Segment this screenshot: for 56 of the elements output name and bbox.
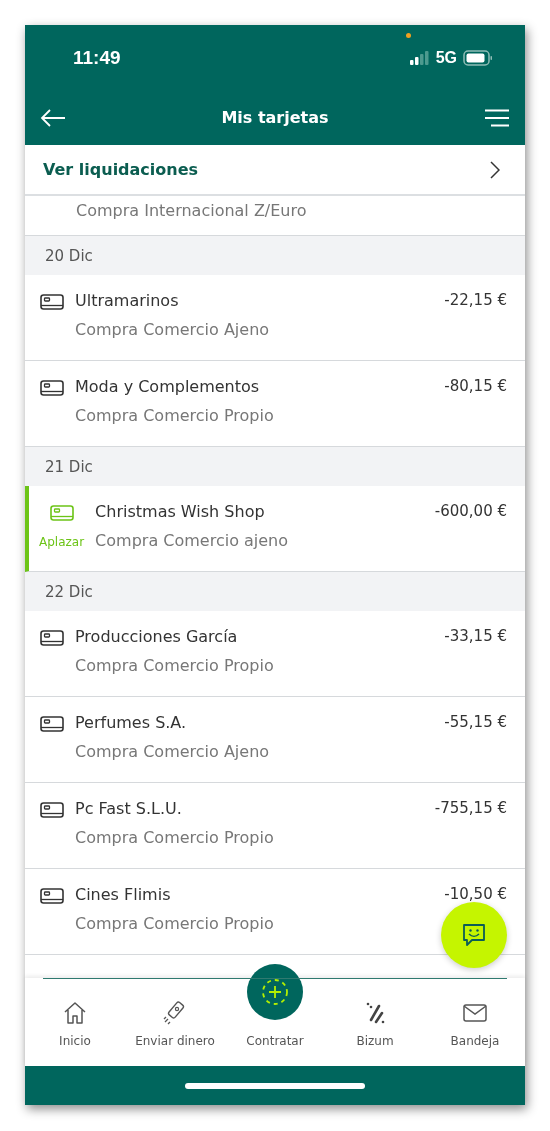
merchant-name: Perfumes S.A. (75, 713, 188, 732)
card-icon (40, 380, 64, 396)
transaction-row[interactable]: Cines Flimis Compra Comercio Propio -10,50 € (25, 869, 525, 955)
transaction-amount: -10,50 € (444, 885, 507, 903)
date-header: 20 Dic (25, 236, 525, 275)
card-icon (40, 630, 64, 646)
transaction-type: Compra Comercio Propio (75, 914, 275, 933)
nav-tab[interactable]: Bandeja (425, 978, 525, 1066)
transaction-type: Compra Comercio Propio (75, 406, 275, 425)
transaction-amount: -80,15 € (444, 377, 507, 395)
merchant-name: Cines Flimis (75, 885, 172, 904)
menu-icon[interactable] (484, 108, 510, 127)
transaction-amount: -755,15 € (434, 799, 507, 817)
transaction-type: Compra Comercio Propio (75, 656, 275, 675)
merchant-name: Pc Fast S.L.U. (75, 799, 183, 818)
transaction-row[interactable]: Ultramarinos Compra Comercio Ajeno -22,15 € (25, 275, 525, 361)
clock-time: 11:49 (73, 46, 121, 69)
transaction-type: Compra Comercio Ajeno (75, 320, 271, 339)
transaction-type: Compra Internacional Z/Euro (76, 201, 307, 220)
transaction-amount: -600,00 € (434, 502, 507, 520)
transaction-amount: -55,15 € (444, 713, 507, 731)
back-arrow-icon[interactable] (40, 108, 66, 127)
settlements-link[interactable]: Ver liquidaciones (25, 145, 525, 196)
screen-title: Mis tarjetas (221, 108, 329, 127)
signal-icon (409, 50, 430, 65)
merchant-name: Christmas Wish Shop (95, 502, 266, 521)
nav-tab[interactable]: Enviar dinero (125, 978, 225, 1066)
transaction-row[interactable]: Pc Fast S.L.U. Compra Comercio Propio -755,15 € (25, 783, 525, 869)
date-header: 21 Dic (25, 447, 525, 486)
transaction-row[interactable]: Perfumes S.A. Compra Comercio Ajeno -55,15 € (25, 697, 525, 783)
battery-icon (463, 49, 493, 66)
nav-tab[interactable]: Inicio (25, 978, 125, 1066)
home-icon (62, 1000, 88, 1026)
transaction-row[interactable]: Producciones García Compra Comercio Propio -33,15 € (25, 611, 525, 697)
transaction-amount: -22,15 € (444, 291, 507, 309)
plus-icon (260, 977, 290, 1007)
network-label: 5G (435, 48, 457, 67)
transaction-row[interactable]: Aplazar Christmas Wish Shop Compra Comercio ajeno -600,00 € (25, 486, 525, 572)
merchant-name: Moda y Complementos (75, 377, 261, 396)
card-icon (49, 505, 74, 521)
merchant-name: Ultramarinos (75, 291, 180, 310)
smiley-chat-icon (461, 922, 487, 948)
transaction-type: Compra Comercio Ajeno (75, 742, 271, 761)
card-icon (40, 294, 64, 310)
card-icon (40, 802, 64, 818)
nav-tab[interactable]: Bizum (325, 978, 425, 1066)
transaction-type: Compra Comercio ajeno (95, 531, 290, 550)
transaction-amount: -33,15 € (444, 627, 507, 645)
merchant-name: Producciones García (75, 627, 239, 646)
card-icon (40, 888, 64, 904)
transaction-type: Compra Comercio Propio (75, 828, 275, 847)
chevron-right-icon (490, 160, 500, 179)
nav-tab[interactable]: Contratar (225, 964, 325, 1066)
date-header: 22 Dic (25, 572, 525, 611)
card-icon (40, 716, 64, 732)
transaction-row[interactable]: Moda y Complementos Compra Comercio Propio -80,15 € (25, 361, 525, 447)
